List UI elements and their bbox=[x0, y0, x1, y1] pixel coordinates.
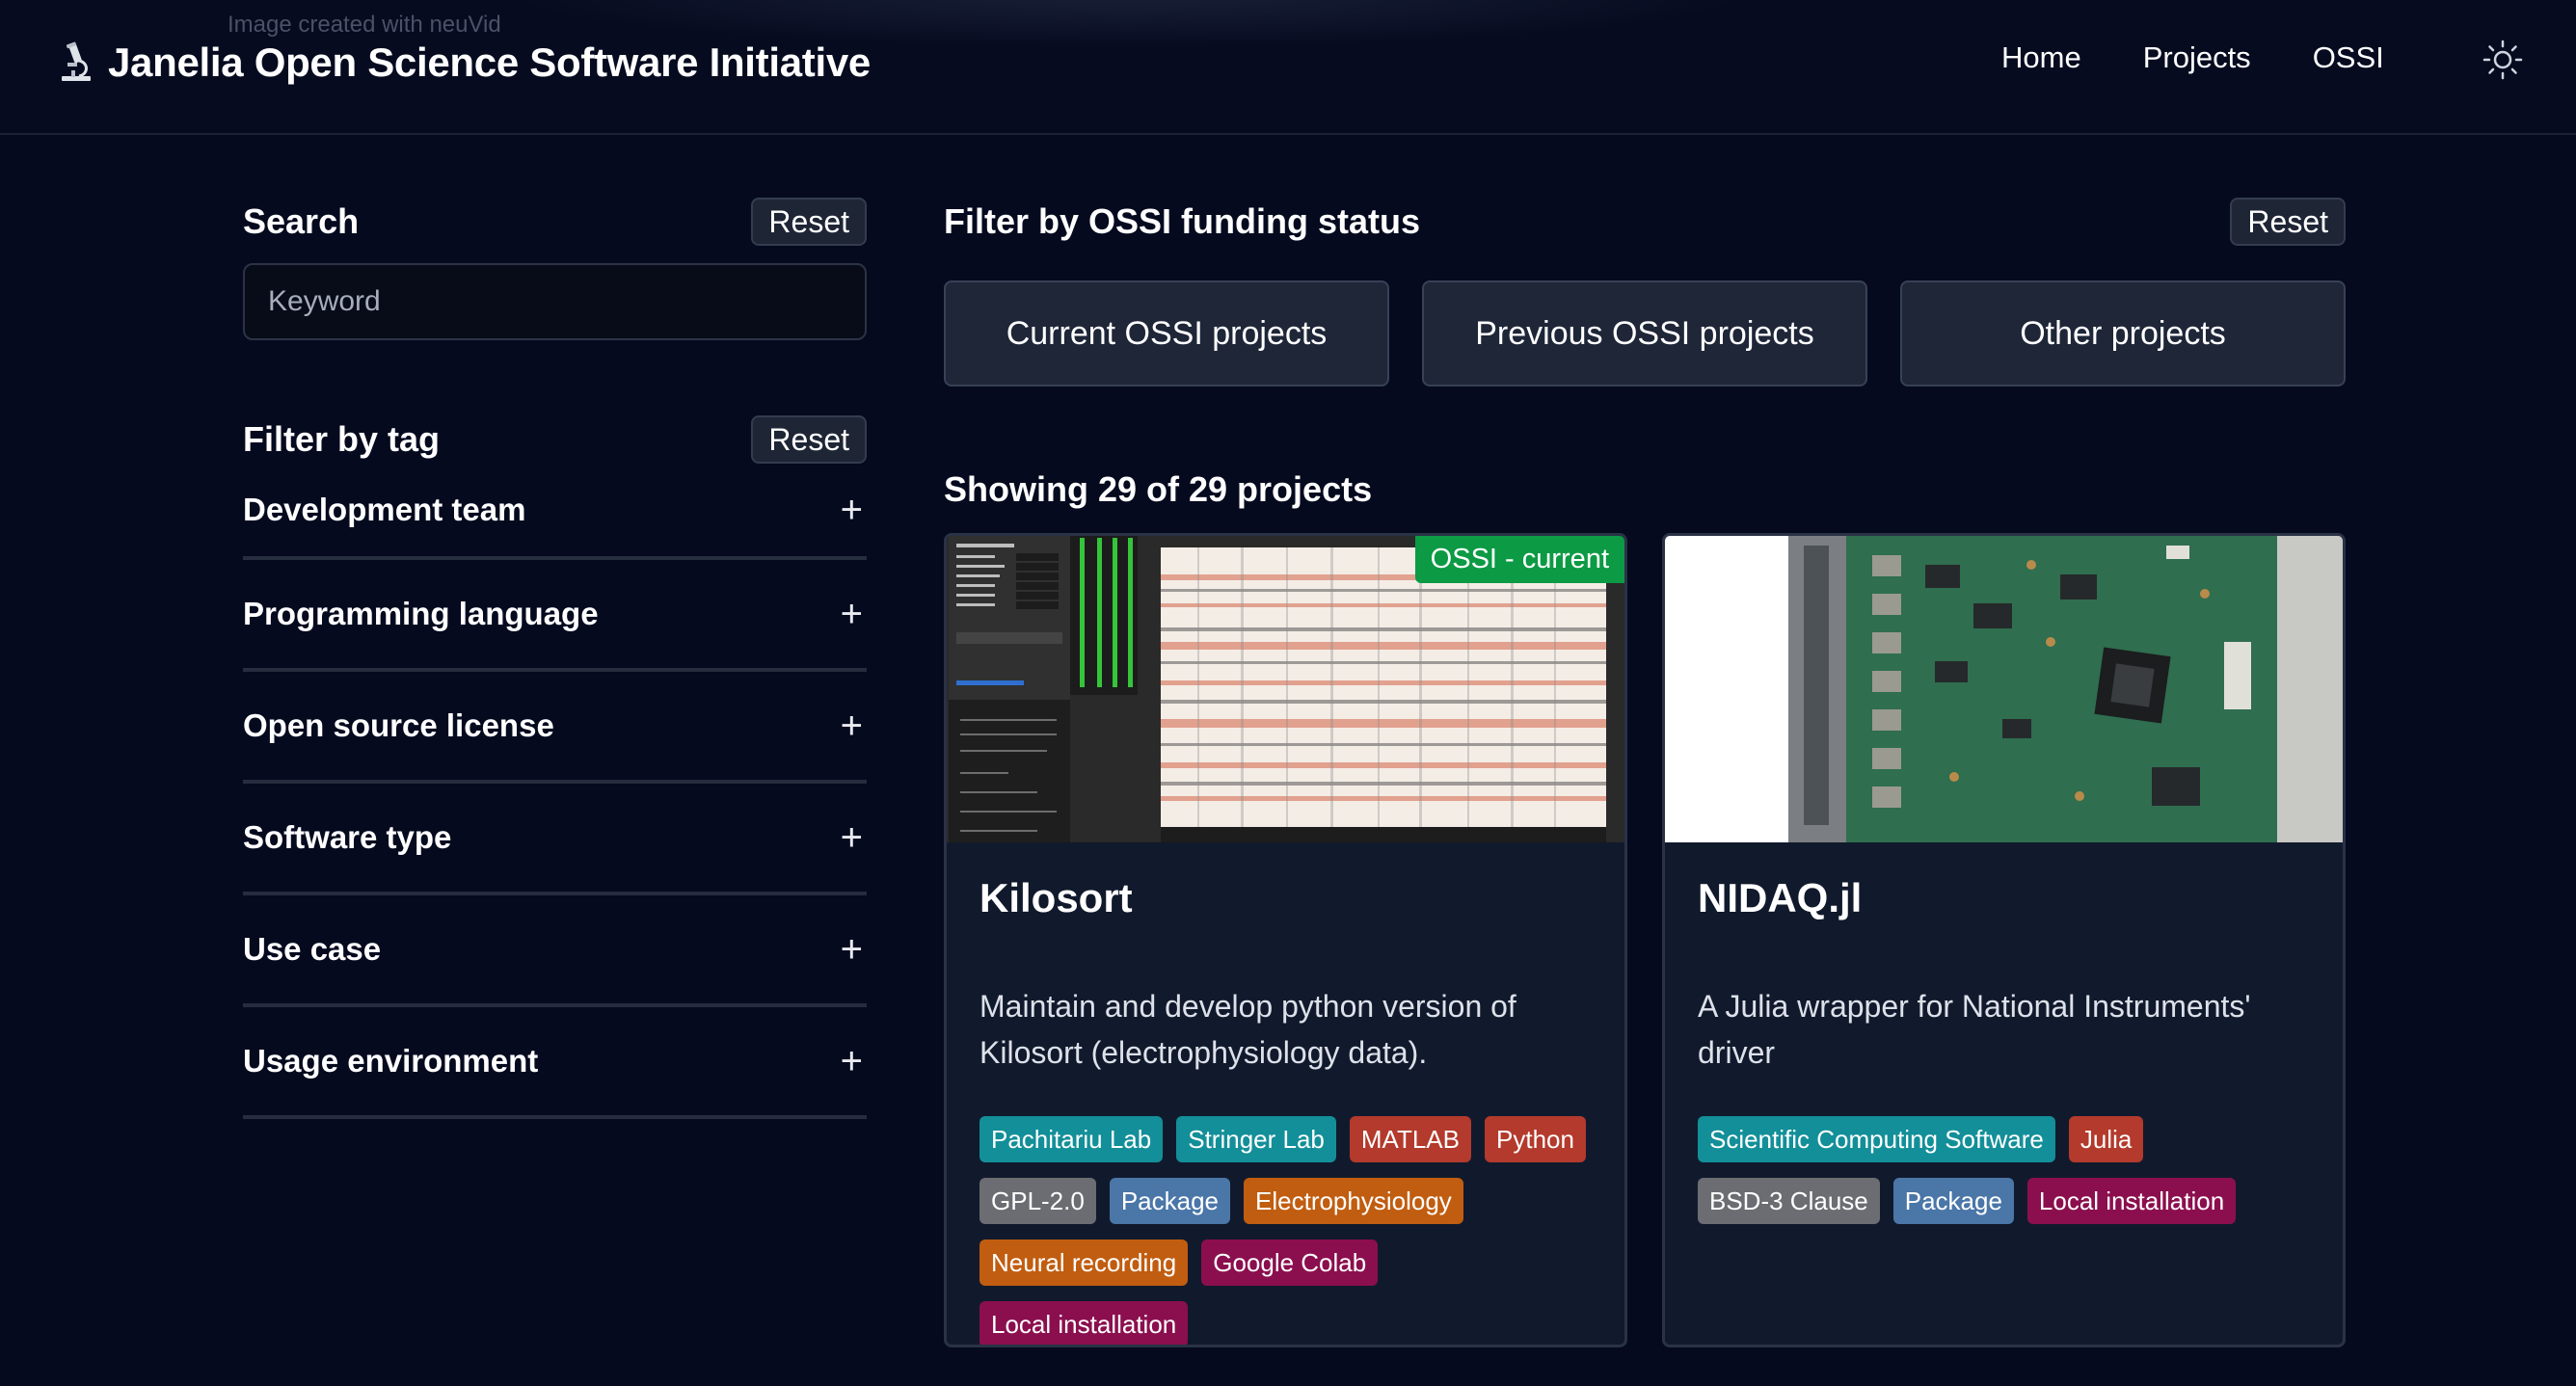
card-body: NIDAQ.jl A Julia wrapper for National In… bbox=[1665, 842, 2343, 1257]
circuit-board-image bbox=[1665, 536, 2343, 842]
tag-badge[interactable]: Julia bbox=[2068, 1116, 2144, 1162]
tag-badge[interactable]: Python bbox=[1485, 1116, 1586, 1162]
plus-icon: + bbox=[840, 704, 863, 747]
card-tags: Pachitariu Lab Stringer Lab MATLAB Python GP… bbox=[979, 1116, 1597, 1345]
results-count: Showing 29 of 29 projects bbox=[944, 469, 1373, 509]
tag-badge[interactable]: Package bbox=[1109, 1178, 1231, 1224]
tag-badge[interactable]: Local installation bbox=[2026, 1178, 2237, 1224]
filter-sidebar: Search Reset Filter by tag Reset Develop… bbox=[243, 198, 867, 1119]
card-tags: Scientific Computing Software Julia BSD-3 … bbox=[1698, 1116, 2315, 1224]
card-title[interactable]: NIDAQ.jl bbox=[1698, 875, 2310, 921]
filter-label: Programming language bbox=[243, 596, 599, 631]
filter-open-source-license[interactable]: Open source license + bbox=[243, 672, 867, 784]
search-input[interactable] bbox=[243, 263, 867, 340]
nav-projects[interactable]: Projects bbox=[2143, 40, 2251, 75]
nidaq-board-photo bbox=[1665, 536, 2343, 842]
filter-programming-language[interactable]: Programming language + bbox=[243, 560, 867, 672]
filter-label: Software type bbox=[243, 819, 452, 855]
project-card-grid: OSSI - current Kilosort Maintain and dev… bbox=[944, 533, 2346, 1347]
plus-icon: + bbox=[840, 815, 863, 859]
funding-filter-title: Filter by OSSI funding status bbox=[944, 201, 1421, 241]
filter-use-case[interactable]: Use case + bbox=[243, 895, 867, 1007]
plus-icon: + bbox=[840, 927, 863, 971]
tag-badge[interactable]: Pachitariu Lab bbox=[979, 1116, 1164, 1162]
tag-filter-header: Filter by tag Reset bbox=[243, 415, 867, 464]
card-title[interactable]: Kilosort bbox=[979, 875, 1592, 921]
ossi-status-badge: OSSI - current bbox=[1414, 536, 1624, 583]
current-ossi-button[interactable]: Current OSSI projects bbox=[944, 280, 1389, 386]
projects-main: Filter by OSSI funding status Reset Curr… bbox=[944, 198, 2346, 1347]
tag-badge[interactable]: Stringer Lab bbox=[1176, 1116, 1336, 1162]
nav-ossi[interactable]: OSSI bbox=[2313, 40, 2384, 75]
tag-badge[interactable]: Electrophysiology bbox=[1244, 1178, 1463, 1224]
funding-reset-button[interactable]: Reset bbox=[2230, 198, 2346, 246]
tag-badge[interactable]: MATLAB bbox=[1349, 1116, 1471, 1162]
plus-icon: + bbox=[840, 592, 863, 635]
kilosort-screenshot: OSSI - current bbox=[947, 536, 1624, 842]
project-card-nidaq[interactable]: NIDAQ.jl A Julia wrapper for National In… bbox=[1662, 533, 2346, 1347]
card-body: Kilosort Maintain and develop python ver… bbox=[947, 842, 1624, 1345]
other-projects-button[interactable]: Other projects bbox=[1900, 280, 2346, 386]
previous-ossi-button[interactable]: Previous OSSI projects bbox=[1422, 280, 1867, 386]
tag-badge[interactable]: Neural recording bbox=[979, 1239, 1189, 1286]
plus-icon: + bbox=[840, 488, 863, 531]
card-description: A Julia wrapper for National Instruments… bbox=[1698, 989, 2251, 1070]
tag-badge[interactable]: Local installation bbox=[979, 1301, 1189, 1345]
plus-icon: + bbox=[840, 1039, 863, 1082]
tag-badge[interactable]: GPL-2.0 bbox=[979, 1178, 1096, 1224]
main-nav: Home Projects OSSI bbox=[2001, 40, 2384, 75]
filter-software-type[interactable]: Software type + bbox=[243, 784, 867, 895]
funding-filter-buttons: Current OSSI projects Previous OSSI proj… bbox=[944, 280, 2346, 386]
site-header: Image created with neuVid Janelia Open S… bbox=[0, 0, 2576, 135]
tag-badge[interactable]: Google Colab bbox=[1201, 1239, 1379, 1286]
search-header: Search Reset bbox=[243, 198, 867, 246]
filter-development-team[interactable]: Development team + bbox=[243, 464, 867, 560]
site-brand[interactable]: Janelia Open Science Software Initiative bbox=[58, 37, 871, 89]
tag-badge[interactable]: BSD-3 Clause bbox=[1698, 1178, 1880, 1224]
filter-usage-environment[interactable]: Usage environment + bbox=[243, 1007, 867, 1119]
nav-home[interactable]: Home bbox=[2001, 40, 2081, 75]
funding-filter-header: Filter by OSSI funding status Reset bbox=[944, 198, 2346, 246]
tag-reset-button[interactable]: Reset bbox=[751, 415, 867, 464]
card-description: Maintain and develop python version of K… bbox=[979, 989, 1516, 1070]
header-watermark: Image created with neuVid bbox=[228, 12, 501, 38]
microscope-icon bbox=[62, 41, 91, 81]
search-reset-button[interactable]: Reset bbox=[751, 198, 867, 246]
tag-filter-title: Filter by tag bbox=[243, 419, 441, 459]
tag-badge[interactable]: Package bbox=[1892, 1178, 2014, 1224]
filter-label: Open source license bbox=[243, 707, 554, 743]
tag-filter-list: Development team + Programming language … bbox=[243, 464, 867, 1119]
filter-label: Usage environment bbox=[243, 1043, 539, 1079]
filter-label: Development team bbox=[243, 492, 526, 527]
sun-icon[interactable] bbox=[2482, 39, 2524, 81]
project-card-kilosort[interactable]: OSSI - current Kilosort Maintain and dev… bbox=[944, 533, 1627, 1347]
search-title: Search bbox=[243, 201, 360, 241]
filter-label: Use case bbox=[243, 931, 382, 967]
tag-badge[interactable]: Scientific Computing Software bbox=[1698, 1116, 2055, 1162]
site-title: Janelia Open Science Software Initiative bbox=[108, 40, 871, 85]
